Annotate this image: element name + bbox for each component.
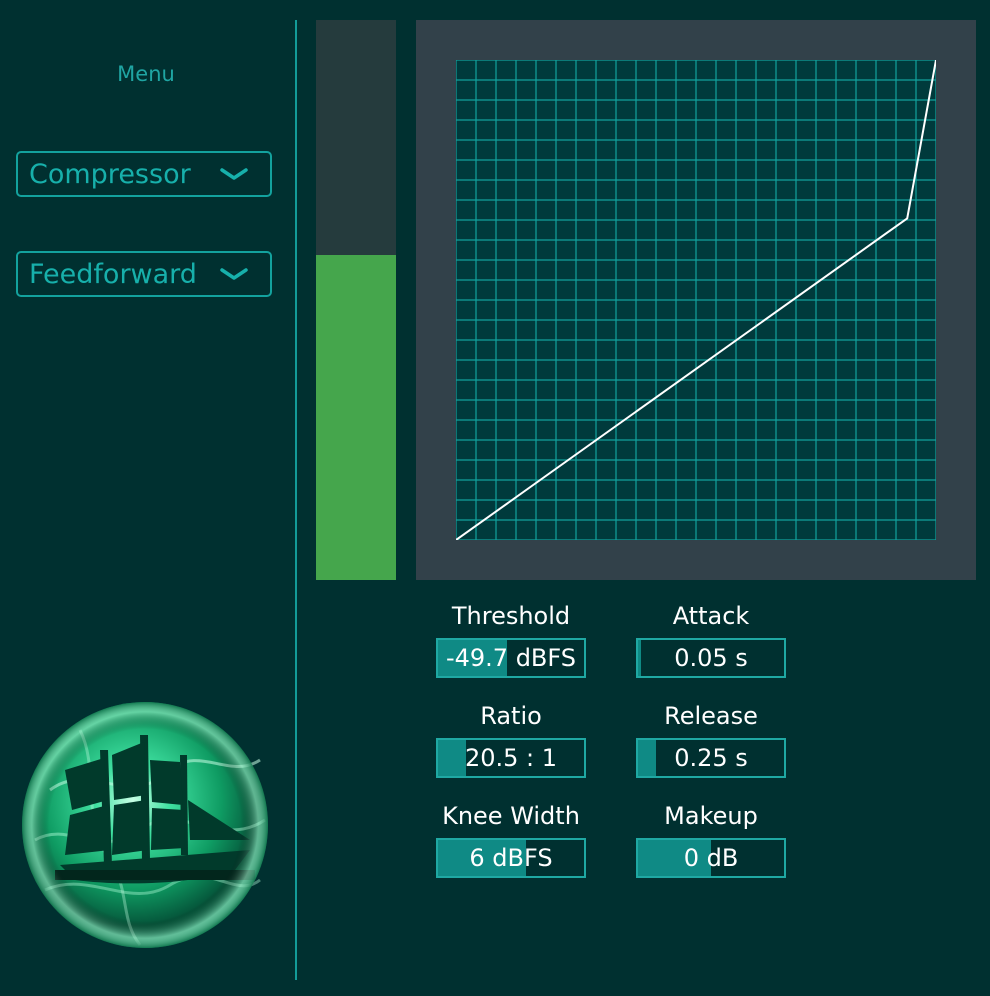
makeup-slider[interactable]: 0 dB — [636, 838, 786, 878]
compressor-plugin: Menu Compressor Feedforward Threshold -4… — [0, 0, 990, 996]
processor-type-value: Compressor — [29, 158, 191, 190]
transfer-curve-graph — [456, 60, 936, 540]
topology-dropdown[interactable]: Feedforward — [16, 251, 272, 297]
attack-control: Attack 0.05 s — [636, 601, 786, 678]
knee-width-slider[interactable]: 6 dBFS — [436, 838, 586, 878]
release-value: 0.25 s — [674, 744, 748, 772]
attack-slider[interactable]: 0.05 s — [636, 638, 786, 678]
threshold-label: Threshold — [451, 602, 571, 630]
knee-width-value: 6 dBFS — [469, 844, 553, 872]
attack-value: 0.05 s — [674, 644, 748, 672]
panel-divider — [295, 20, 297, 980]
ratio-label: Ratio — [480, 702, 542, 730]
processor-type-dropdown[interactable]: Compressor — [16, 151, 272, 197]
transfer-curve-panel — [416, 20, 976, 580]
makeup-label: Makeup — [664, 802, 758, 830]
release-slider[interactable]: 0.25 s — [636, 738, 786, 778]
topology-value: Feedforward — [29, 258, 197, 290]
threshold-value: -49.7 dBFS — [445, 644, 577, 672]
makeup-control: Makeup 0 dB — [636, 801, 786, 878]
knee-width-control: Knee Width 6 dBFS — [436, 801, 586, 878]
threshold-control: Threshold -49.7 dBFS — [436, 601, 586, 678]
level-meter — [316, 20, 396, 580]
release-label: Release — [664, 702, 758, 730]
menu-title: Menu — [117, 62, 175, 86]
ship-orb-logo — [22, 702, 268, 948]
chevron-down-icon — [220, 268, 248, 280]
ratio-slider[interactable]: 20.5 : 1 — [436, 738, 586, 778]
release-control: Release 0.25 s — [636, 701, 786, 778]
threshold-slider[interactable]: -49.7 dBFS — [436, 638, 586, 678]
ratio-control: Ratio 20.5 : 1 — [436, 701, 586, 778]
ratio-value: 20.5 : 1 — [464, 744, 558, 772]
knee-width-label: Knee Width — [442, 802, 580, 830]
makeup-value: 0 dB — [683, 844, 739, 872]
level-meter-fill — [316, 255, 396, 580]
attack-label: Attack — [672, 602, 750, 630]
chevron-down-icon — [220, 168, 248, 180]
